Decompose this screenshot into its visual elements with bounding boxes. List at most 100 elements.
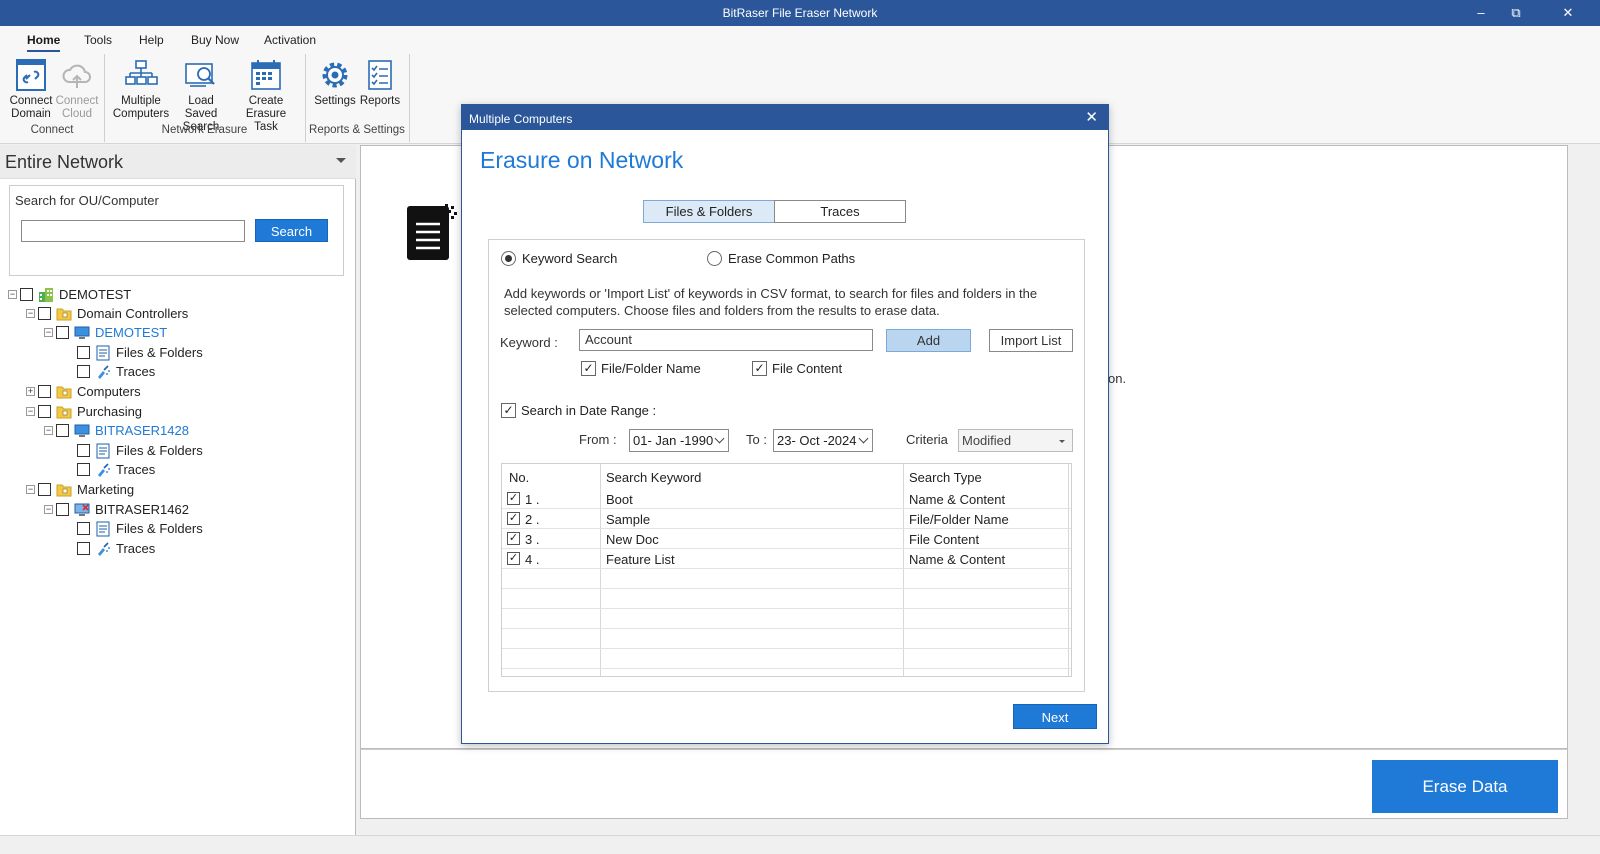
search-input[interactable] bbox=[21, 220, 245, 242]
chevron-down-icon bbox=[1059, 440, 1065, 443]
tree-checkbox[interactable] bbox=[38, 307, 51, 320]
table-row[interactable]: ✓ 1 . Boot Name & Content bbox=[502, 489, 1071, 509]
tree-node-files-folders[interactable]: Files & Folders bbox=[77, 343, 203, 362]
network-dropdown-label: Entire Network bbox=[5, 152, 124, 172]
window-title: BitRaser File Eraser Network bbox=[722, 6, 878, 20]
collapse-icon[interactable]: − bbox=[8, 290, 17, 299]
tree-node-purchasing[interactable]: − Purchasing bbox=[26, 402, 142, 421]
row-checkbox[interactable]: ✓ bbox=[507, 552, 520, 565]
expand-icon[interactable]: + bbox=[26, 387, 35, 396]
collapse-icon[interactable]: − bbox=[44, 505, 53, 514]
radio-selected-icon bbox=[501, 251, 516, 266]
date-range-checkbox[interactable]: ✓ Search in Date Range : bbox=[501, 403, 656, 418]
file-content-checkbox[interactable]: ✓ File Content bbox=[752, 361, 842, 376]
create-erasure-task-button[interactable]: Create Erasure Task bbox=[233, 58, 299, 134]
file-folder-name-checkbox[interactable]: ✓ File/Folder Name bbox=[581, 361, 701, 376]
tab-traces[interactable]: Traces bbox=[774, 200, 906, 223]
table-row[interactable]: ✓ 2 . Sample File/Folder Name bbox=[502, 509, 1071, 529]
criteria-select[interactable]: Modified bbox=[958, 429, 1073, 452]
row-checkbox[interactable]: ✓ bbox=[507, 492, 520, 505]
tree-node-label: Files & Folders bbox=[116, 443, 203, 458]
tree-node-label: BITRASER1462 bbox=[95, 502, 189, 517]
collapse-icon[interactable]: − bbox=[26, 407, 35, 416]
tab-buy-now[interactable]: Buy Now bbox=[191, 33, 239, 47]
load-saved-search-button[interactable]: Load Saved Search bbox=[171, 58, 231, 134]
to-label: To : bbox=[746, 432, 767, 447]
tree-node-label: Traces bbox=[116, 364, 156, 379]
to-date-picker[interactable]: 23- Oct -2024 bbox=[773, 429, 873, 452]
tree-node-computers[interactable]: + Computers bbox=[26, 382, 141, 401]
reports-button[interactable]: Reports bbox=[358, 58, 402, 108]
tab-home[interactable]: Home bbox=[27, 33, 61, 52]
multiple-computers-button[interactable]: Multiple Computers bbox=[111, 58, 171, 121]
tree-node-traces[interactable]: Traces bbox=[77, 460, 155, 479]
collapse-icon[interactable]: − bbox=[44, 426, 53, 435]
tree-checkbox[interactable] bbox=[20, 288, 33, 301]
title-bar: BitRaser File Eraser Network – ⧉ ✕ bbox=[0, 0, 1600, 26]
tree-checkbox[interactable] bbox=[56, 326, 69, 339]
import-list-button[interactable]: Import List bbox=[989, 329, 1073, 352]
table-row-empty bbox=[502, 649, 1071, 669]
table-row[interactable]: ✓ 3 . New Doc File Content bbox=[502, 529, 1071, 549]
files-icon bbox=[96, 521, 110, 536]
tree-node-bitraser1428[interactable]: − BITRASER1428 bbox=[44, 421, 189, 440]
tree-checkbox[interactable] bbox=[77, 346, 90, 359]
tree-node-label: Computers bbox=[77, 384, 141, 399]
tree-checkbox[interactable] bbox=[38, 483, 51, 496]
tree-node-traces[interactable]: Traces bbox=[77, 539, 155, 558]
group-label-reports-settings: Reports & Settings bbox=[309, 124, 405, 136]
connect-domain-button[interactable]: Connect Domain bbox=[6, 58, 56, 121]
tree-checkbox[interactable] bbox=[77, 542, 90, 555]
collapse-icon[interactable]: − bbox=[44, 328, 53, 337]
tree-node-files-folders[interactable]: Files & Folders bbox=[77, 519, 203, 538]
checkmark-icon: ✓ bbox=[752, 361, 767, 376]
tree-checkbox[interactable] bbox=[56, 424, 69, 437]
connect-cloud-button[interactable]: Connect Cloud bbox=[54, 58, 100, 121]
tree-node-marketing[interactable]: − Marketing bbox=[26, 480, 134, 499]
close-window-button[interactable]: ✕ bbox=[1553, 3, 1583, 23]
minimize-button[interactable]: – bbox=[1466, 3, 1496, 23]
table-row[interactable]: ✓ 4 . Feature List Name & Content bbox=[502, 549, 1071, 569]
tree-node-demotest-computer[interactable]: − DEMOTEST bbox=[44, 323, 167, 342]
tree-node-bitraser1462[interactable]: − BITRASER1462 bbox=[44, 500, 189, 519]
column-header-no: No. bbox=[509, 470, 530, 485]
tab-activation[interactable]: Activation bbox=[264, 33, 316, 47]
tree-node-label: Files & Folders bbox=[116, 345, 203, 360]
tree-node-files-folders[interactable]: Files & Folders bbox=[77, 441, 203, 460]
row-checkbox[interactable]: ✓ bbox=[507, 532, 520, 545]
collapse-icon[interactable]: − bbox=[26, 309, 35, 318]
tree-checkbox[interactable] bbox=[77, 522, 90, 535]
tree-checkbox[interactable] bbox=[77, 444, 90, 457]
erase-common-paths-radio[interactable]: Erase Common Paths bbox=[707, 251, 855, 266]
network-dropdown[interactable]: Entire Network bbox=[0, 145, 356, 179]
search-label: Search for OU/Computer bbox=[15, 193, 159, 208]
tree-node-domain-controllers[interactable]: − Domain Controllers bbox=[26, 304, 188, 323]
tree-checkbox[interactable] bbox=[38, 405, 51, 418]
tree-checkbox[interactable] bbox=[56, 503, 69, 516]
restore-button[interactable]: ⧉ bbox=[1501, 3, 1531, 23]
tree-checkbox[interactable] bbox=[38, 385, 51, 398]
tree-node-label: DEMOTEST bbox=[95, 325, 168, 340]
keyword-search-radio[interactable]: Keyword Search bbox=[501, 251, 617, 266]
collapse-icon[interactable]: − bbox=[26, 485, 35, 494]
tree-node-demotest-domain[interactable]: − DEMOTEST bbox=[8, 285, 131, 304]
multiple-computers-dialog: Multiple Computers ✕ Erasure on Network … bbox=[461, 104, 1109, 744]
add-keyword-button[interactable]: Add bbox=[886, 329, 971, 352]
dialog-close-button[interactable]: ✕ bbox=[1085, 108, 1098, 126]
row-checkbox[interactable]: ✓ bbox=[507, 512, 520, 525]
tree-node-traces[interactable]: Traces bbox=[77, 362, 155, 381]
from-date-picker[interactable]: 01- Jan -1990 bbox=[629, 429, 729, 452]
tree-checkbox[interactable] bbox=[77, 365, 90, 378]
keyword-input[interactable]: Account bbox=[579, 329, 873, 351]
erase-data-button[interactable]: Erase Data bbox=[1372, 760, 1558, 813]
tab-files-folders[interactable]: Files & Folders bbox=[643, 200, 775, 223]
search-button[interactable]: Search bbox=[255, 219, 328, 242]
settings-button[interactable]: Settings bbox=[312, 58, 358, 108]
keyword-search-panel: Keyword Search Erase Common Paths Add ke… bbox=[488, 239, 1085, 692]
next-button[interactable]: Next bbox=[1013, 704, 1097, 729]
tab-help[interactable]: Help bbox=[139, 33, 164, 47]
table-row-empty bbox=[502, 589, 1071, 609]
tree-checkbox[interactable] bbox=[77, 463, 90, 476]
tab-tools[interactable]: Tools bbox=[84, 33, 112, 47]
folder-icon bbox=[56, 484, 72, 496]
